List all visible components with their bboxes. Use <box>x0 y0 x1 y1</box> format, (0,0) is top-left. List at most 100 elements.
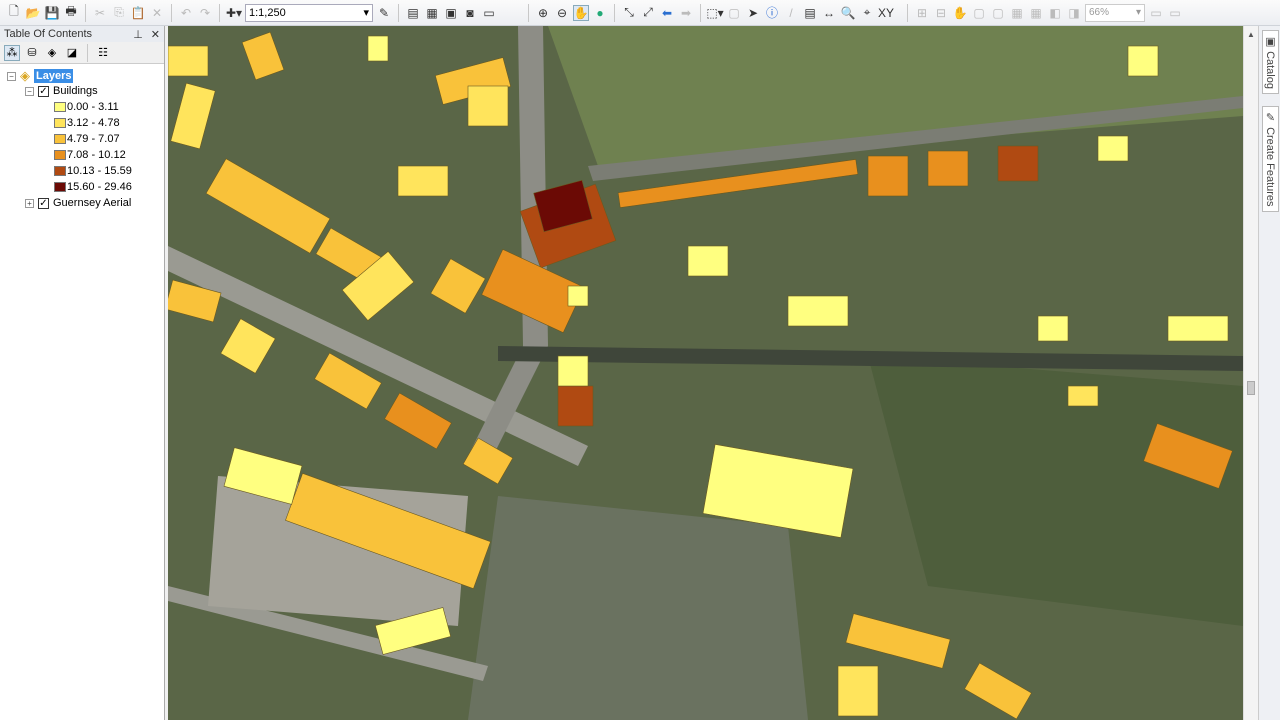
map-view[interactable] <box>168 26 1243 720</box>
find-route-icon[interactable]: ⌖ <box>859 5 875 21</box>
zoom-in-icon[interactable]: ⊕ <box>535 5 551 21</box>
building-polygon[interactable] <box>997 145 1039 182</box>
copy-icon[interactable]: ⎘ <box>111 5 127 21</box>
layout-zoom-out-icon[interactable]: ⊟ <box>933 5 949 21</box>
print-icon[interactable]: 🖶 <box>63 4 79 21</box>
list-by-drawing-order-icon[interactable]: ⁂ <box>4 44 20 61</box>
full-extent-icon[interactable]: ● <box>592 5 608 21</box>
collapse-icon[interactable]: − <box>7 71 16 81</box>
legend-swatch <box>54 134 66 144</box>
zoom-100-icon[interactable]: ▢ <box>990 5 1006 21</box>
layout-zoom-in-icon[interactable]: ⊞ <box>914 5 930 21</box>
pin-icon[interactable]: ⊥ <box>133 29 143 41</box>
list-by-source-icon[interactable]: ⛁ <box>24 45 40 61</box>
layout-fixed-out-icon[interactable]: ▦ <box>1028 5 1044 21</box>
building-polygon[interactable] <box>567 285 589 307</box>
catalog-tab[interactable]: ▣ Catalog <box>1262 30 1279 94</box>
fixed-zoom-in-icon[interactable]: ⤡ <box>621 5 637 21</box>
focus-frame-icon[interactable]: ▭ <box>1167 5 1183 21</box>
layout-zoom-select[interactable]: 66% ▾ <box>1085 3 1145 22</box>
building-polygon[interactable] <box>168 45 209 77</box>
redo-icon[interactable]: ↷ <box>197 5 213 21</box>
building-polygon[interactable] <box>367 35 389 62</box>
data-frame-layers[interactable]: − ◈ Layers <box>7 68 74 84</box>
find-icon[interactable]: 🔍 <box>840 5 856 21</box>
add-data-icon[interactable]: ✚▾ <box>226 5 242 21</box>
building-polygon[interactable] <box>927 150 969 187</box>
scroll-up-icon[interactable]: ▲ <box>1244 30 1258 39</box>
building-polygon[interactable] <box>1037 315 1069 342</box>
cut-icon[interactable]: ✂ <box>92 5 108 21</box>
aerial-map[interactable] <box>168 26 1243 720</box>
fixed-zoom-out-icon[interactable]: ⤢ <box>640 5 656 21</box>
paste-icon[interactable]: 📋 <box>130 5 146 21</box>
collapse-icon[interactable]: − <box>25 86 34 96</box>
legend-class[interactable]: 4.79 - 7.07 <box>54 131 120 147</box>
layout-forward-icon[interactable]: ◨ <box>1066 5 1082 21</box>
pan-icon[interactable]: ✋ <box>573 4 589 21</box>
legend-label: 15.60 - 29.46 <box>67 181 132 193</box>
map-vertical-scrollbar[interactable]: ▲ <box>1243 26 1258 720</box>
back-icon[interactable]: ⬅ <box>659 5 675 21</box>
clear-selection-icon[interactable]: ▢ <box>726 5 742 21</box>
list-by-visibility-icon[interactable]: ◈ <box>44 45 60 61</box>
python-window-icon[interactable]: ▭ <box>481 5 497 21</box>
layout-back-icon[interactable]: ◧ <box>1047 5 1063 21</box>
options-icon[interactable]: ☷ <box>95 45 111 61</box>
catalog-window-icon[interactable]: ▣ <box>443 5 459 21</box>
building-polygon[interactable] <box>1067 385 1099 407</box>
legend-class[interactable]: 3.12 - 4.78 <box>54 115 120 131</box>
legend-class[interactable]: 7.08 - 10.12 <box>54 147 126 163</box>
layer-visibility-checkbox[interactable]: ✓ <box>38 197 49 209</box>
layer-visibility-checkbox[interactable]: ✓ <box>38 85 49 97</box>
delete-icon[interactable]: ✕ <box>149 5 165 21</box>
data-frame-label[interactable]: Layers <box>34 69 74 83</box>
building-polygon[interactable] <box>787 295 849 327</box>
legend-class[interactable]: 0.00 - 3.11 <box>54 99 119 115</box>
create-features-tab[interactable]: ✎ Create Features <box>1262 106 1279 212</box>
zoom-out-icon[interactable]: ⊖ <box>554 5 570 21</box>
building-polygon[interactable] <box>557 385 594 427</box>
select-elements-icon[interactable]: ➤ <box>745 5 761 21</box>
building-polygon[interactable] <box>867 155 909 197</box>
building-polygon[interactable] <box>1097 135 1129 162</box>
layer-buildings[interactable]: − ✓ Buildings <box>25 83 98 99</box>
layer-name[interactable]: Guernsey Aerial <box>53 197 131 209</box>
building-polygon[interactable] <box>837 665 879 717</box>
open-icon[interactable]: 📂 <box>25 5 41 21</box>
hyperlink-icon[interactable]: / <box>783 5 799 21</box>
arctoolbox-icon[interactable]: ▦ <box>424 5 440 21</box>
layout-fixed-in-icon[interactable]: ▦ <box>1009 5 1025 21</box>
editor-toolbar-icon[interactable]: ✎ <box>376 5 392 21</box>
new-document-icon[interactable]: 🗋 <box>6 4 22 21</box>
layer-guernsey-aerial[interactable]: + ✓ Guernsey Aerial <box>25 195 131 211</box>
building-polygon[interactable] <box>1127 45 1159 77</box>
expand-icon[interactable]: + <box>25 198 34 208</box>
building-polygon[interactable] <box>397 165 449 197</box>
go-to-xy-icon[interactable]: XY <box>878 5 894 21</box>
html-popup-icon[interactable]: ▤ <box>802 5 818 21</box>
legend-class[interactable]: 15.60 - 29.46 <box>54 179 132 195</box>
layout-pan-icon[interactable]: ✋ <box>952 5 968 21</box>
close-icon[interactable]: ✕ <box>151 29 160 41</box>
building-polygon[interactable] <box>557 355 589 387</box>
identify-icon[interactable]: ⓘ <box>764 5 780 21</box>
layer-name[interactable]: Buildings <box>53 85 98 97</box>
zoom-whole-page-icon[interactable]: ▢ <box>971 5 987 21</box>
building-polygon[interactable] <box>467 85 509 127</box>
building-polygon[interactable] <box>687 245 729 277</box>
scroll-thumb[interactable] <box>1247 381 1255 395</box>
map-scale-select[interactable]: 1:1,250 ▾ <box>245 3 373 22</box>
list-by-selection-icon[interactable]: ◪ <box>64 45 80 61</box>
toc-window-icon[interactable]: ▤ <box>405 5 421 21</box>
search-window-icon[interactable]: ◙ <box>462 5 478 21</box>
toggle-draft-icon[interactable]: ▭ <box>1148 5 1164 21</box>
forward-icon[interactable]: ➡ <box>678 5 694 21</box>
measure-icon[interactable]: ↔ <box>821 5 837 21</box>
select-features-icon[interactable]: ⬚▾ <box>706 5 723 21</box>
save-icon[interactable]: 💾 <box>44 5 60 21</box>
legend-class[interactable]: 10.13 - 15.59 <box>54 163 132 179</box>
legend-label: 3.12 - 4.78 <box>67 117 120 129</box>
building-polygon[interactable] <box>1167 315 1229 342</box>
undo-icon[interactable]: ↶ <box>178 5 194 21</box>
